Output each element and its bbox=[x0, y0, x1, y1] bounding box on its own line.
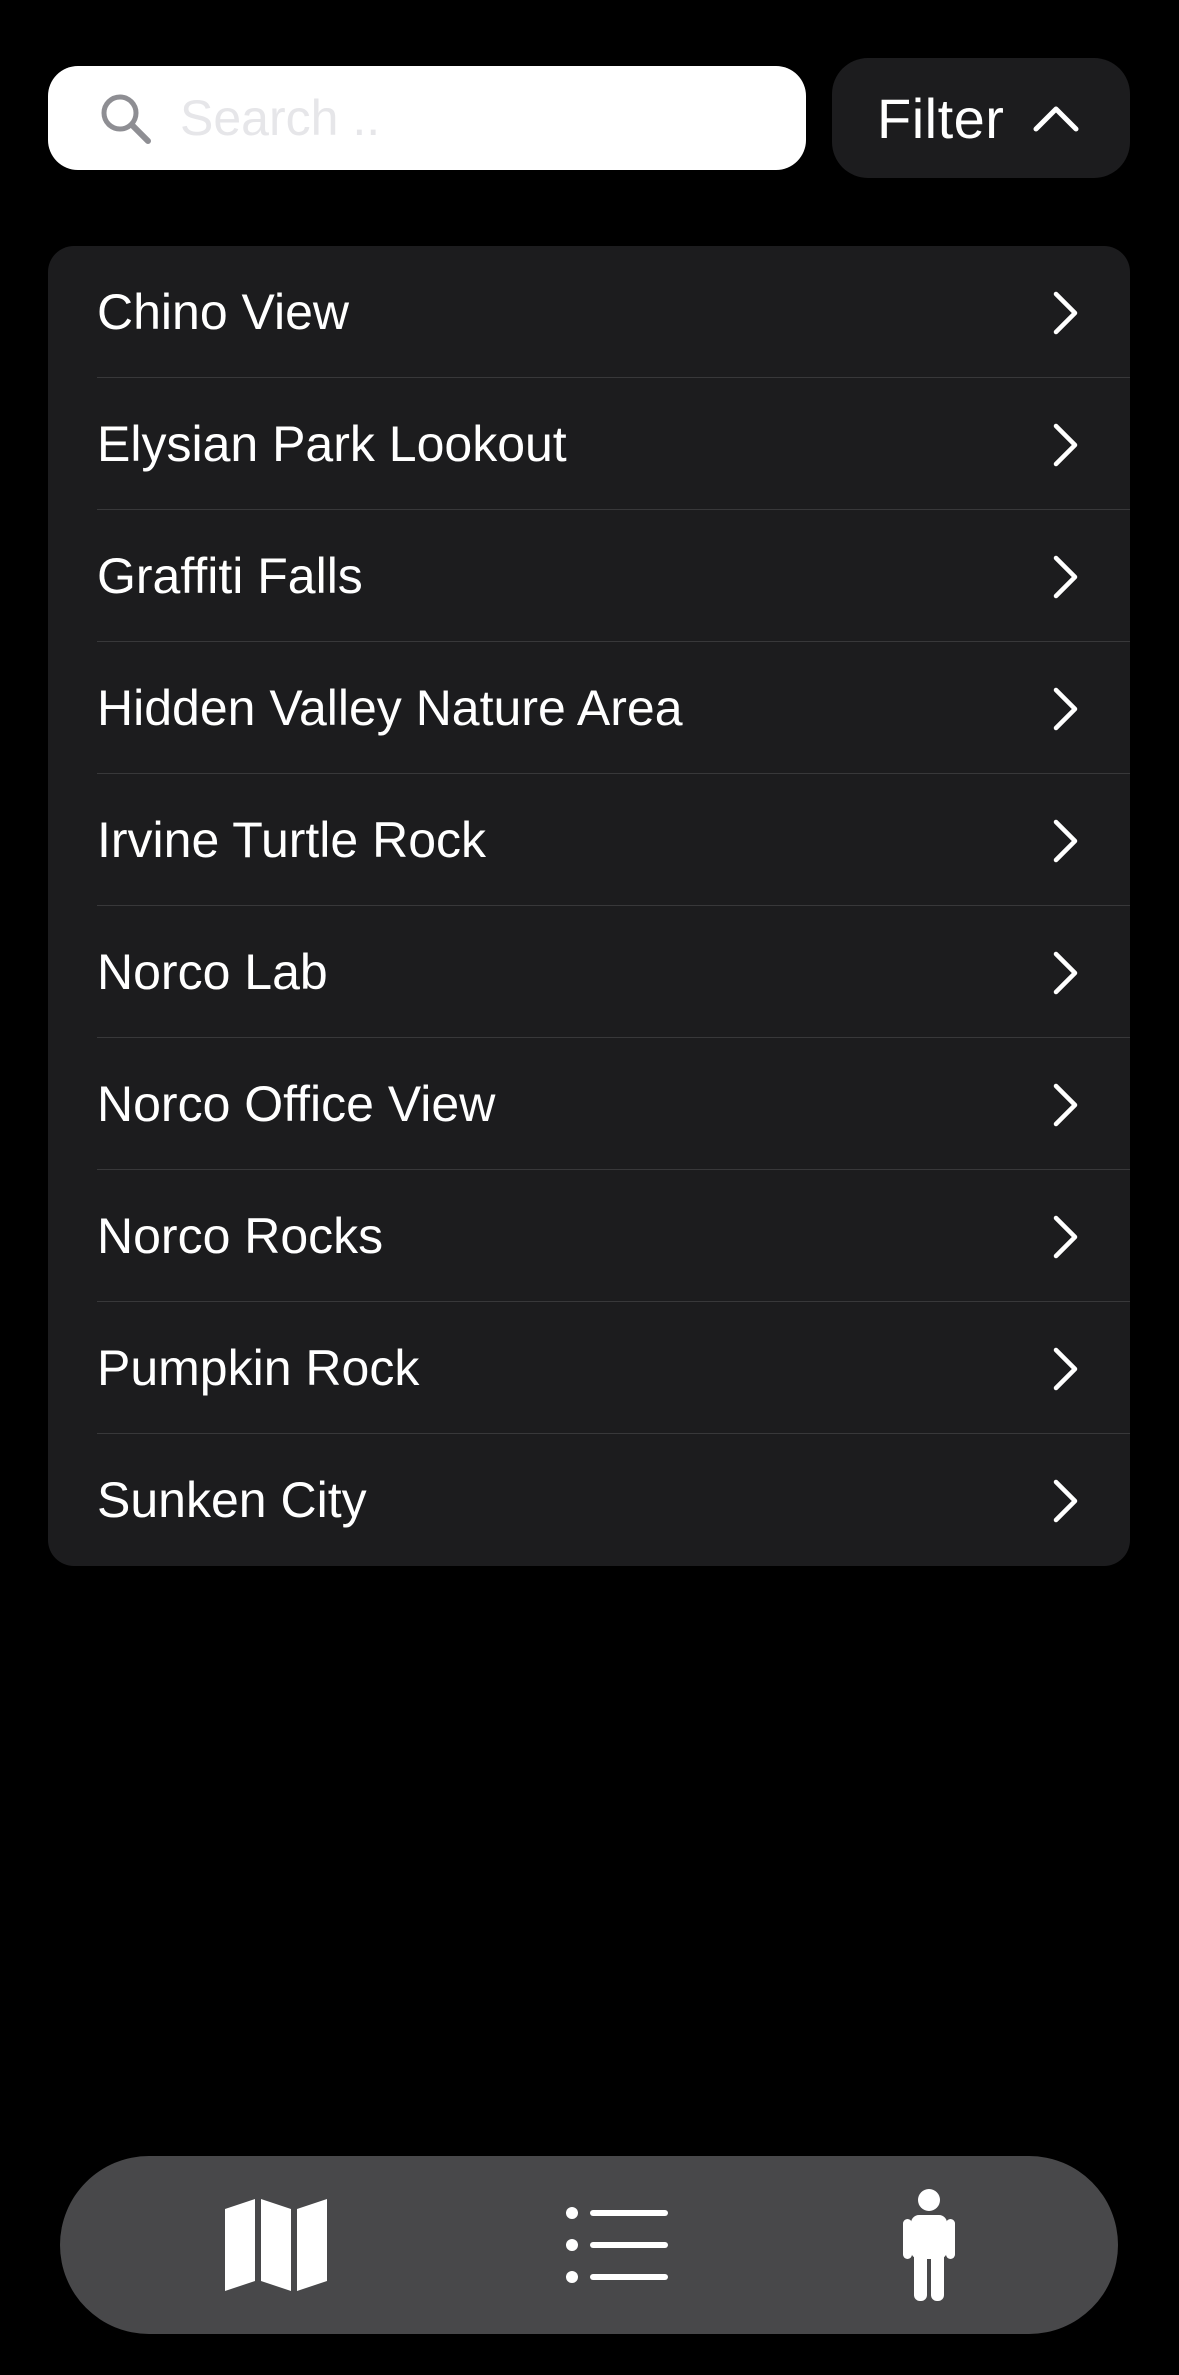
search-field[interactable] bbox=[48, 66, 806, 170]
list-item-label: Irvine Turtle Rock bbox=[97, 812, 487, 868]
tab-list[interactable] bbox=[517, 2156, 717, 2334]
chevron-right-icon bbox=[1053, 819, 1078, 863]
list-item-label: Norco Rocks bbox=[97, 1208, 384, 1264]
tab-profile[interactable] bbox=[829, 2156, 1029, 2334]
list-icon bbox=[566, 2207, 668, 2283]
list-item[interactable]: Norco Office View bbox=[48, 1038, 1130, 1170]
list-item[interactable]: Graffiti Falls bbox=[48, 510, 1130, 642]
list-item-label: Pumpkin Rock bbox=[97, 1340, 420, 1396]
list-item[interactable]: Chino View bbox=[48, 246, 1130, 378]
list-item-label: Hidden Valley Nature Area bbox=[97, 680, 683, 736]
list-item[interactable]: Norco Rocks bbox=[48, 1170, 1130, 1302]
chevron-right-icon bbox=[1053, 1215, 1078, 1259]
chevron-right-icon bbox=[1053, 291, 1078, 335]
chevron-right-icon bbox=[1053, 951, 1078, 995]
list-item-label: Sunken City bbox=[97, 1472, 367, 1528]
list-item-label: Graffiti Falls bbox=[97, 548, 363, 604]
list-item[interactable]: Pumpkin Rock bbox=[48, 1302, 1130, 1434]
list-item-label: Norco Office View bbox=[97, 1076, 496, 1132]
chevron-right-icon bbox=[1053, 555, 1078, 599]
chevron-right-icon bbox=[1053, 423, 1078, 467]
chevron-right-icon bbox=[1053, 1347, 1078, 1391]
list-item-label: Chino View bbox=[97, 284, 350, 340]
filter-button[interactable]: Filter bbox=[832, 58, 1130, 178]
chevron-up-icon bbox=[1032, 103, 1080, 133]
search-icon bbox=[98, 91, 152, 145]
chevron-right-icon bbox=[1053, 1083, 1078, 1127]
locations-screen: Filter Chino View Elysian Park Lookout G… bbox=[0, 0, 1179, 2375]
chevron-right-icon bbox=[1053, 1479, 1078, 1523]
filter-button-label: Filter bbox=[877, 86, 1005, 150]
chevron-right-icon bbox=[1053, 687, 1078, 731]
list-item-label: Elysian Park Lookout bbox=[97, 416, 567, 472]
person-icon bbox=[903, 2189, 955, 2301]
tab-map[interactable] bbox=[176, 2156, 376, 2334]
list-item[interactable]: Elysian Park Lookout bbox=[48, 378, 1130, 510]
locations-list: Chino View Elysian Park Lookout Graffiti… bbox=[48, 246, 1130, 1566]
list-item-label: Norco Lab bbox=[97, 944, 328, 1000]
list-item[interactable]: Irvine Turtle Rock bbox=[48, 774, 1130, 906]
map-icon bbox=[225, 2199, 327, 2291]
list-item[interactable]: Hidden Valley Nature Area bbox=[48, 642, 1130, 774]
list-item[interactable]: Norco Lab bbox=[48, 906, 1130, 1038]
search-input[interactable] bbox=[180, 78, 780, 158]
list-item[interactable]: Sunken City bbox=[48, 1434, 1130, 1566]
tab-bar bbox=[60, 2156, 1118, 2334]
